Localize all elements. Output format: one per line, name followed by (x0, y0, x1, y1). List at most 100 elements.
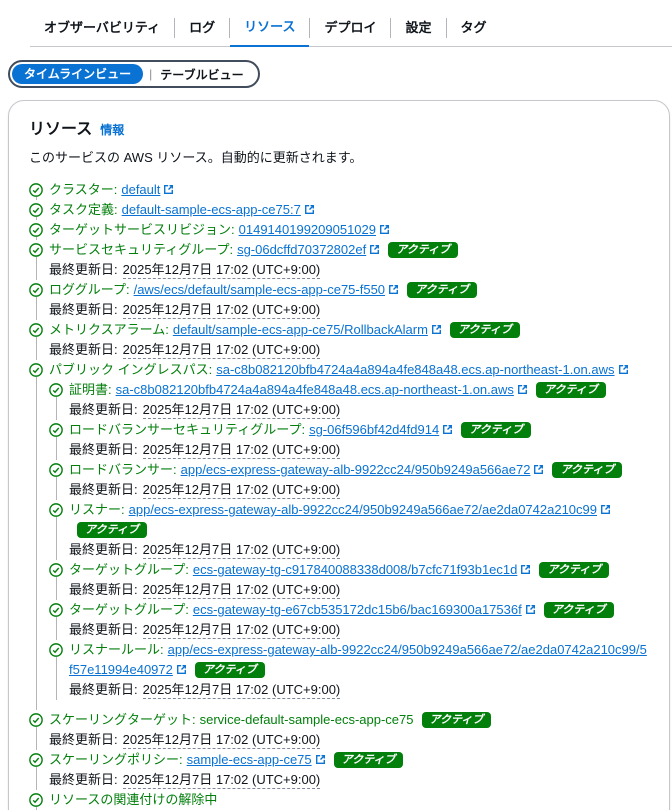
resource-link[interactable]: default (121, 182, 160, 197)
success-check-icon (29, 363, 43, 377)
tab-observability[interactable]: オブザーバビリティ (30, 11, 174, 46)
timestamp: 2025年12月7日 17:02 (UTC+9:00) (122, 262, 321, 279)
timeline-item-listener: リスナー: app/ecs-express-gateway-alb-9922cc2… (49, 500, 649, 560)
resource-link[interactable]: sample-ecs-app-ce75 (187, 752, 312, 767)
last-updated: 最終更新日: 2025年12月7日 17:02 (UTC+9:00) (49, 342, 321, 359)
resource-link[interactable]: ecs-gateway-tg-e67cb535172dc15b6/bac1693… (193, 602, 522, 617)
last-updated: 最終更新日: 2025年12月7日 17:02 (UTC+9:00) (49, 262, 321, 279)
status-badge-active: アクティブ (543, 602, 614, 618)
timestamp: 2025年12月7日 17:02 (UTC+9:00) (142, 622, 341, 639)
tab-tags[interactable]: タグ (447, 11, 501, 46)
timestamp: 2025年12月7日 17:02 (UTC+9:00) (122, 772, 321, 789)
resource-label: ロードバランサー: (69, 462, 177, 477)
status-badge-active: アクティブ (388, 242, 459, 258)
external-link-icon[interactable] (600, 500, 611, 520)
external-link-icon[interactable] (533, 460, 544, 480)
tab-logs[interactable]: ログ (175, 11, 229, 46)
timestamp: 2025年12月7日 17:02 (UTC+9:00) (142, 482, 341, 499)
info-link[interactable]: 情報 (100, 121, 124, 138)
timeline-item-cluster: クラスター: default (29, 180, 649, 200)
external-link-icon[interactable] (315, 750, 326, 770)
status-badge-active: アクティブ (77, 522, 147, 538)
resource-link[interactable]: sg-06dcffd70372802ef (237, 242, 366, 257)
last-updated: 最終更新日: 2025年12月7日 17:02 (UTC+9:00) (69, 582, 341, 599)
external-link-icon[interactable] (525, 600, 536, 620)
success-check-icon (49, 643, 63, 657)
status-badge-active: アクティブ (421, 712, 492, 728)
resource-link[interactable]: sg-06f596bf42d4fd914 (309, 422, 439, 437)
timeline-view-button[interactable]: タイムラインビュー (12, 64, 144, 84)
external-link-icon[interactable] (517, 380, 528, 400)
success-check-icon (49, 383, 63, 397)
success-check-icon (49, 423, 63, 437)
status-badge-active: アクティブ (539, 562, 610, 578)
external-link-icon[interactable] (369, 240, 380, 260)
tab-resources[interactable]: リソース (230, 10, 310, 47)
resource-link[interactable]: /aws/ecs/default/sample-ecs-app-ce75-f55… (134, 282, 385, 297)
success-check-icon (29, 713, 43, 727)
resource-link[interactable]: app/ecs-express-gateway-alb-9922cc24/950… (181, 462, 531, 477)
timestamp: 2025年12月7日 17:02 (UTC+9:00) (122, 342, 321, 359)
tab-settings[interactable]: 設定 (391, 11, 445, 46)
resource-link[interactable]: ecs-gateway-tg-c917840088338d008/b7cfc71… (193, 562, 518, 577)
resource-link[interactable]: sa-c8b082120bfb4724a4a894a4fe848a48.ecs.… (116, 382, 514, 397)
success-check-icon (29, 203, 43, 217)
external-link-icon[interactable] (618, 360, 629, 380)
external-link-icon[interactable] (163, 180, 174, 200)
resource-link[interactable]: default-sample-ecs-app-ce75:7 (122, 202, 301, 217)
timeline-item-load-balancer: ロードバランサー: app/ecs-express-gateway-alb-992… (49, 460, 649, 500)
external-link-icon[interactable] (304, 200, 315, 220)
resource-label: パブリック イングレスパス: (49, 362, 213, 377)
success-check-icon (29, 223, 43, 237)
success-check-icon (49, 603, 63, 617)
timeline-item-service-security-group: サービスセキュリティグループ: sg-06dcffd70372802ef アクティブ… (29, 240, 649, 280)
last-updated: 最終更新日: 2025年12月7日 17:02 (UTC+9:00) (69, 482, 341, 499)
last-updated: 最終更新日: 2025年12月7日 17:02 (UTC+9:00) (69, 402, 341, 419)
last-updated: 最終更新日: 2025年12月7日 17:02 (UTC+9:00) (49, 302, 321, 319)
timestamp: 2025年12月7日 17:02 (UTC+9:00) (142, 542, 341, 559)
resource-link[interactable]: sa-c8b082120bfb4724a4a894a4fe848a48.ecs.… (216, 362, 614, 377)
resource-label: リスナー: (69, 502, 125, 517)
panel-description: このサービスの AWS リソース。自動的に更新されます。 (29, 150, 363, 165)
timestamp: 2025年12月7日 17:02 (UTC+9:00) (122, 302, 321, 319)
table-view-button[interactable]: テーブルビュー (154, 62, 255, 87)
status-badge-active: アクティブ (194, 662, 265, 678)
status-badge-active: アクティブ (407, 282, 477, 298)
timestamp: 2025年12月7日 17:02 (UTC+9:00) (142, 682, 341, 699)
resources-panel: リソース 情報 このサービスの AWS リソース。自動的に更新されます。 クラス… (8, 100, 670, 810)
resource-link[interactable]: default/sample-ecs-app-ce75/RollbackAlar… (173, 322, 428, 337)
resource-label: サービスセキュリティグループ: (49, 242, 234, 257)
last-updated: 最終更新日: 2025年12月7日 17:02 (UTC+9:00) (49, 732, 321, 749)
tab-deploy[interactable]: デプロイ (310, 11, 390, 46)
timeline-item-target-service-revision: ターゲットサービスリビジョン: 0149140199209051029 (29, 220, 649, 240)
success-check-icon (29, 283, 43, 297)
external-link-icon[interactable] (431, 320, 442, 340)
timestamp: 2025年12月7日 17:02 (UTC+9:00) (142, 402, 341, 419)
external-link-icon[interactable] (442, 420, 453, 440)
timeline-item-public-ingress-path: パブリック イングレスパス: sa-c8b082120bfb4724a4a894a… (29, 360, 649, 710)
external-link-icon[interactable] (176, 660, 187, 680)
external-link-icon[interactable] (379, 220, 390, 240)
resource-label: リソースの関連付けの解除中 (49, 792, 218, 807)
success-check-icon (29, 243, 43, 257)
timeline-item-disassociating-resources: リソースの関連付けの解除中 タスク定義:default-sample-ecs-a… (29, 790, 649, 810)
panel-title: リソース (29, 121, 93, 138)
resource-link[interactable]: app/ecs-express-gateway-alb-9922cc24/950… (129, 502, 597, 517)
resource-label: ターゲットサービスリビジョン: (49, 222, 235, 237)
timeline-item-lb-security-group: ロードバランサーセキュリティグループ: sg-06f596bf42d4fd914 ア… (49, 420, 649, 460)
status-badge-active: アクティブ (552, 462, 623, 478)
resource-label: ターゲットグループ: (69, 602, 189, 617)
external-link-icon[interactable] (388, 280, 399, 300)
resource-label: リスナールール: (69, 642, 164, 657)
external-link-icon[interactable] (520, 560, 531, 580)
success-check-icon (49, 563, 63, 577)
timeline-item-certificate: 証明書: sa-c8b082120bfb4724a4a894a4fe848a48.… (49, 380, 649, 420)
status-badge-active: アクティブ (449, 322, 520, 338)
resource-label: ターゲットグループ: (69, 562, 189, 577)
tab-bar: オブザーバビリティ ログ リソース デプロイ 設定 タグ (30, 0, 672, 47)
success-check-icon (29, 323, 43, 337)
success-check-icon (29, 793, 43, 807)
resource-link[interactable]: 0149140199209051029 (239, 222, 376, 237)
timeline-item-target-group: ターゲットグループ: ecs-gateway-tg-c917840088338d0… (49, 560, 649, 600)
timeline-item-task-definition: タスク定義: default-sample-ecs-app-ce75:7 (29, 200, 649, 220)
